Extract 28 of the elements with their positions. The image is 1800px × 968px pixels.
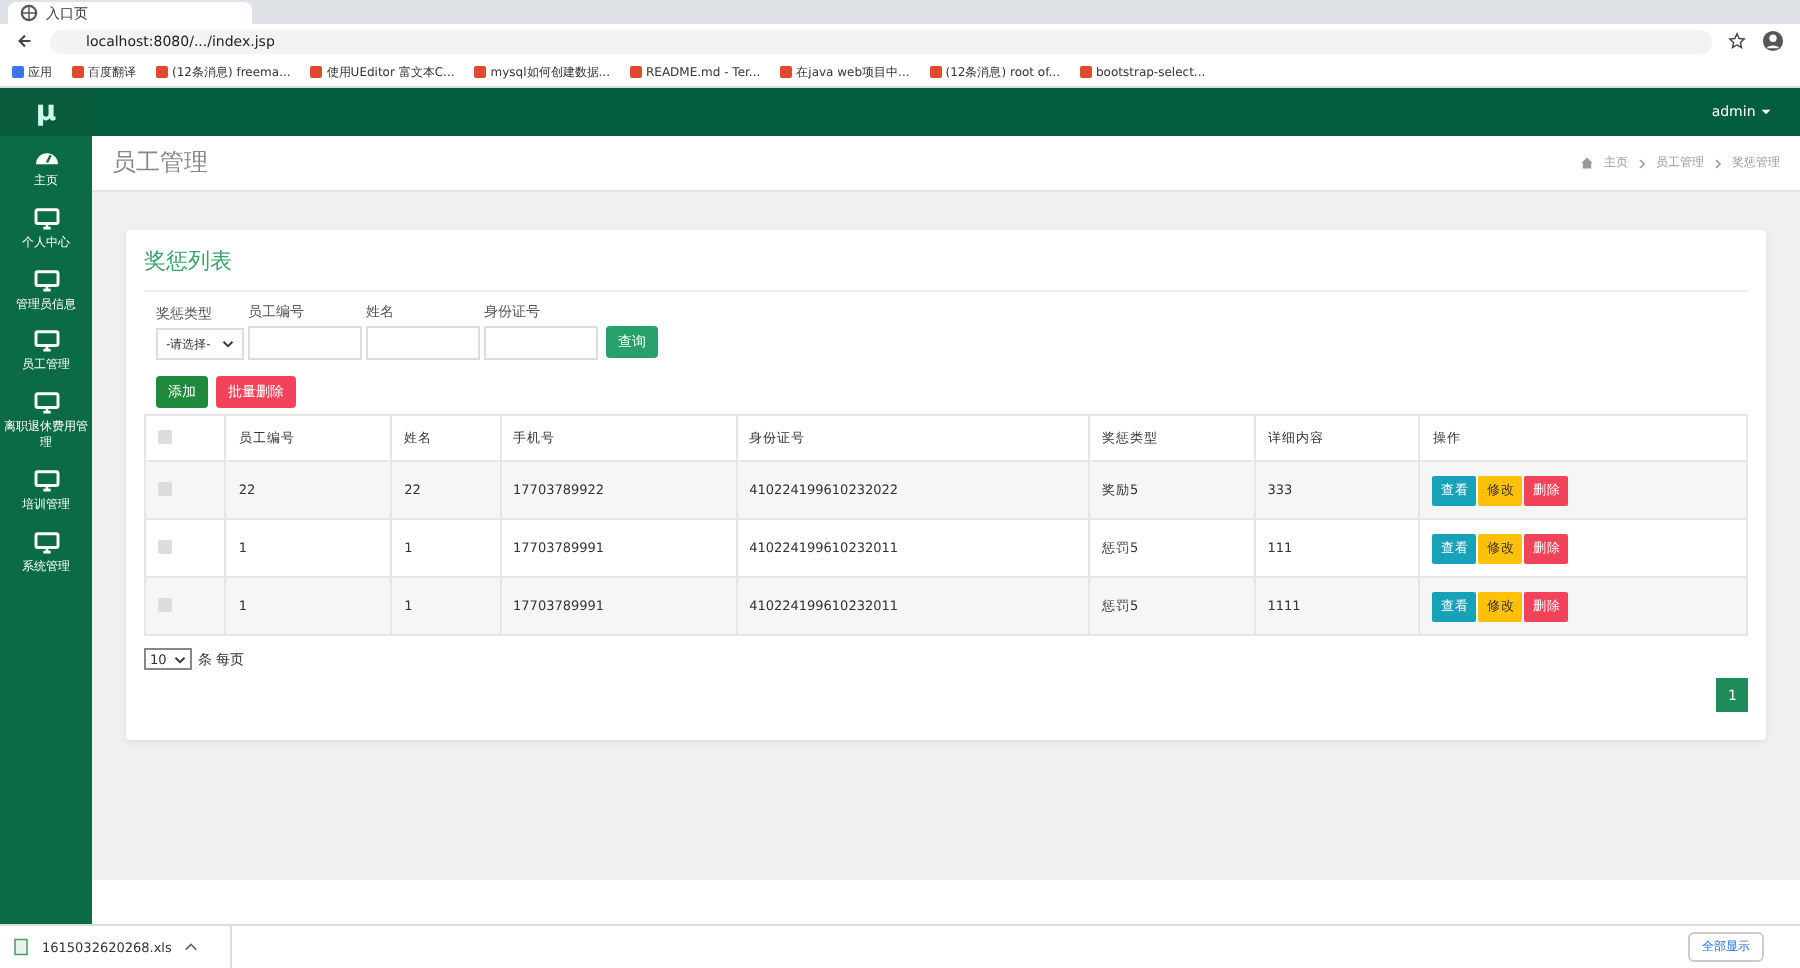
checkbox[interactable]: [158, 597, 172, 611]
chevron-icon: [1714, 157, 1722, 169]
caret-icon: [174, 655, 186, 663]
caret-icon: [1760, 108, 1772, 116]
monitor-icon: [33, 469, 59, 492]
caret-icon: [222, 340, 234, 348]
input-field[interactable]: [366, 326, 480, 360]
account-icon[interactable]: [1762, 30, 1784, 52]
chevron-icon: [1638, 157, 1646, 169]
chevron-icon[interactable]: [183, 942, 198, 952]
monitor-icon: [33, 392, 59, 415]
file-icon: [12, 938, 30, 956]
input-field[interactable]: [248, 326, 362, 360]
monitor-icon: [33, 330, 59, 353]
monitor-icon: [33, 207, 59, 230]
back-icon[interactable]: [16, 32, 34, 50]
input-field[interactable]: [484, 326, 598, 360]
checkbox[interactable]: [158, 481, 172, 495]
app-logo: μ: [0, 88, 92, 136]
monitor-icon: [33, 531, 59, 554]
checkbox[interactable]: [158, 539, 172, 553]
card-title: 奖惩列表: [144, 246, 1748, 292]
globe-icon: [20, 4, 38, 22]
page-title: 员工管理: [112, 146, 208, 180]
star-icon[interactable]: [1728, 32, 1746, 50]
home-icon: [1580, 156, 1594, 170]
checkbox[interactable]: [158, 429, 172, 443]
monitor-icon: [33, 269, 59, 292]
